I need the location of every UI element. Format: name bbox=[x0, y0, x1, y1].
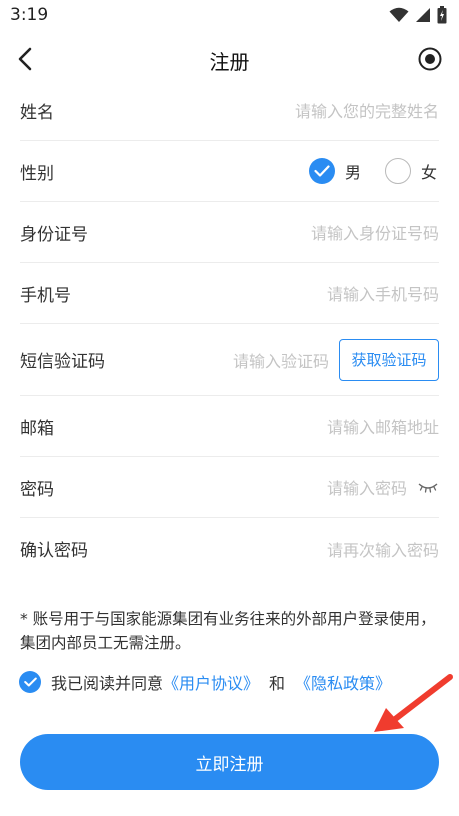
gender-label: 性别 bbox=[20, 163, 54, 184]
gender-row: 性别 男 女 bbox=[20, 141, 439, 202]
email-input[interactable]: 请输入邮箱地址 bbox=[327, 414, 439, 438]
id-input[interactable]: 请输入身份证号码 bbox=[311, 220, 439, 244]
page-title: 注册 bbox=[209, 50, 250, 74]
wifi-icon bbox=[389, 7, 409, 22]
agreement-checkbox[interactable] bbox=[19, 671, 41, 693]
status-time: 3:19 bbox=[10, 5, 49, 25]
email-label: 邮箱 bbox=[20, 418, 54, 439]
id-row: 身份证号 请输入身份证号码 bbox=[20, 202, 439, 263]
gender-male-label[interactable]: 男 bbox=[345, 159, 361, 183]
gender-female-radio[interactable] bbox=[384, 158, 411, 184]
status-bar: 3:19 bbox=[0, 0, 459, 32]
account-notice: * 账号用于与国家能源集团有业务往来的外部用户登录使用，集团内部员工无需注册。 bbox=[20, 610, 436, 652]
sms-row: 短信验证码 请输入验证码 获取验证码 bbox=[20, 324, 439, 396]
phone-label: 手机号 bbox=[20, 285, 71, 306]
get-code-button[interactable]: 获取验证码 bbox=[339, 338, 439, 381]
agreement-prefix: 我已阅读并同意 bbox=[51, 674, 164, 693]
password-visibility-toggle[interactable] bbox=[417, 480, 439, 494]
status-icons bbox=[389, 6, 447, 24]
record-icon bbox=[418, 47, 442, 71]
name-row: 姓名 请输入您的完整姓名 bbox=[20, 80, 439, 141]
name-label: 姓名 bbox=[20, 102, 54, 123]
check-icon bbox=[23, 677, 37, 687]
battery-icon bbox=[437, 6, 447, 24]
agreement-and: 和 bbox=[269, 674, 286, 693]
id-label: 身份证号 bbox=[20, 224, 88, 245]
gender-female-label[interactable]: 女 bbox=[421, 159, 437, 183]
name-input[interactable]: 请输入您的完整姓名 bbox=[295, 98, 439, 122]
user-agreement-link[interactable]: 《用户协议》 bbox=[163, 670, 259, 694]
password-row: 密码 请输入密码 bbox=[20, 457, 439, 518]
eye-closed-icon bbox=[418, 483, 438, 493]
confirm-password-label: 确认密码 bbox=[20, 541, 88, 561]
phone-input[interactable]: 请输入手机号码 bbox=[327, 281, 439, 305]
registration-form: 姓名 请输入您的完整姓名 性别 男 女 身份证号 请输入身份证号码 手机号 请输… bbox=[20, 80, 439, 579]
agreement-row: 我已阅读并同意 《用户协议》 和 《隐私政策》 bbox=[19, 670, 391, 694]
register-button[interactable]: 立即注册 bbox=[20, 734, 439, 790]
signal-icon bbox=[416, 8, 430, 22]
email-row: 邮箱 请输入邮箱地址 bbox=[20, 396, 439, 457]
record-button[interactable] bbox=[418, 47, 442, 71]
phone-row: 手机号 请输入手机号码 bbox=[20, 263, 439, 324]
password-label: 密码 bbox=[20, 479, 54, 500]
gender-male-radio[interactable] bbox=[308, 158, 335, 184]
password-input[interactable]: 请输入密码 bbox=[327, 475, 407, 499]
sms-label: 短信验证码 bbox=[20, 352, 105, 372]
navigation-bar: 注册 bbox=[0, 34, 459, 84]
confirm-password-row: 确认密码 请再次输入密码 bbox=[20, 518, 439, 579]
gender-selector: 男 女 bbox=[308, 158, 437, 184]
check-icon bbox=[314, 165, 330, 177]
sms-code-input[interactable]: 请输入验证码 bbox=[233, 348, 329, 372]
annotation-arrow-icon bbox=[374, 674, 453, 732]
confirm-password-input[interactable]: 请再次输入密码 bbox=[327, 537, 439, 561]
